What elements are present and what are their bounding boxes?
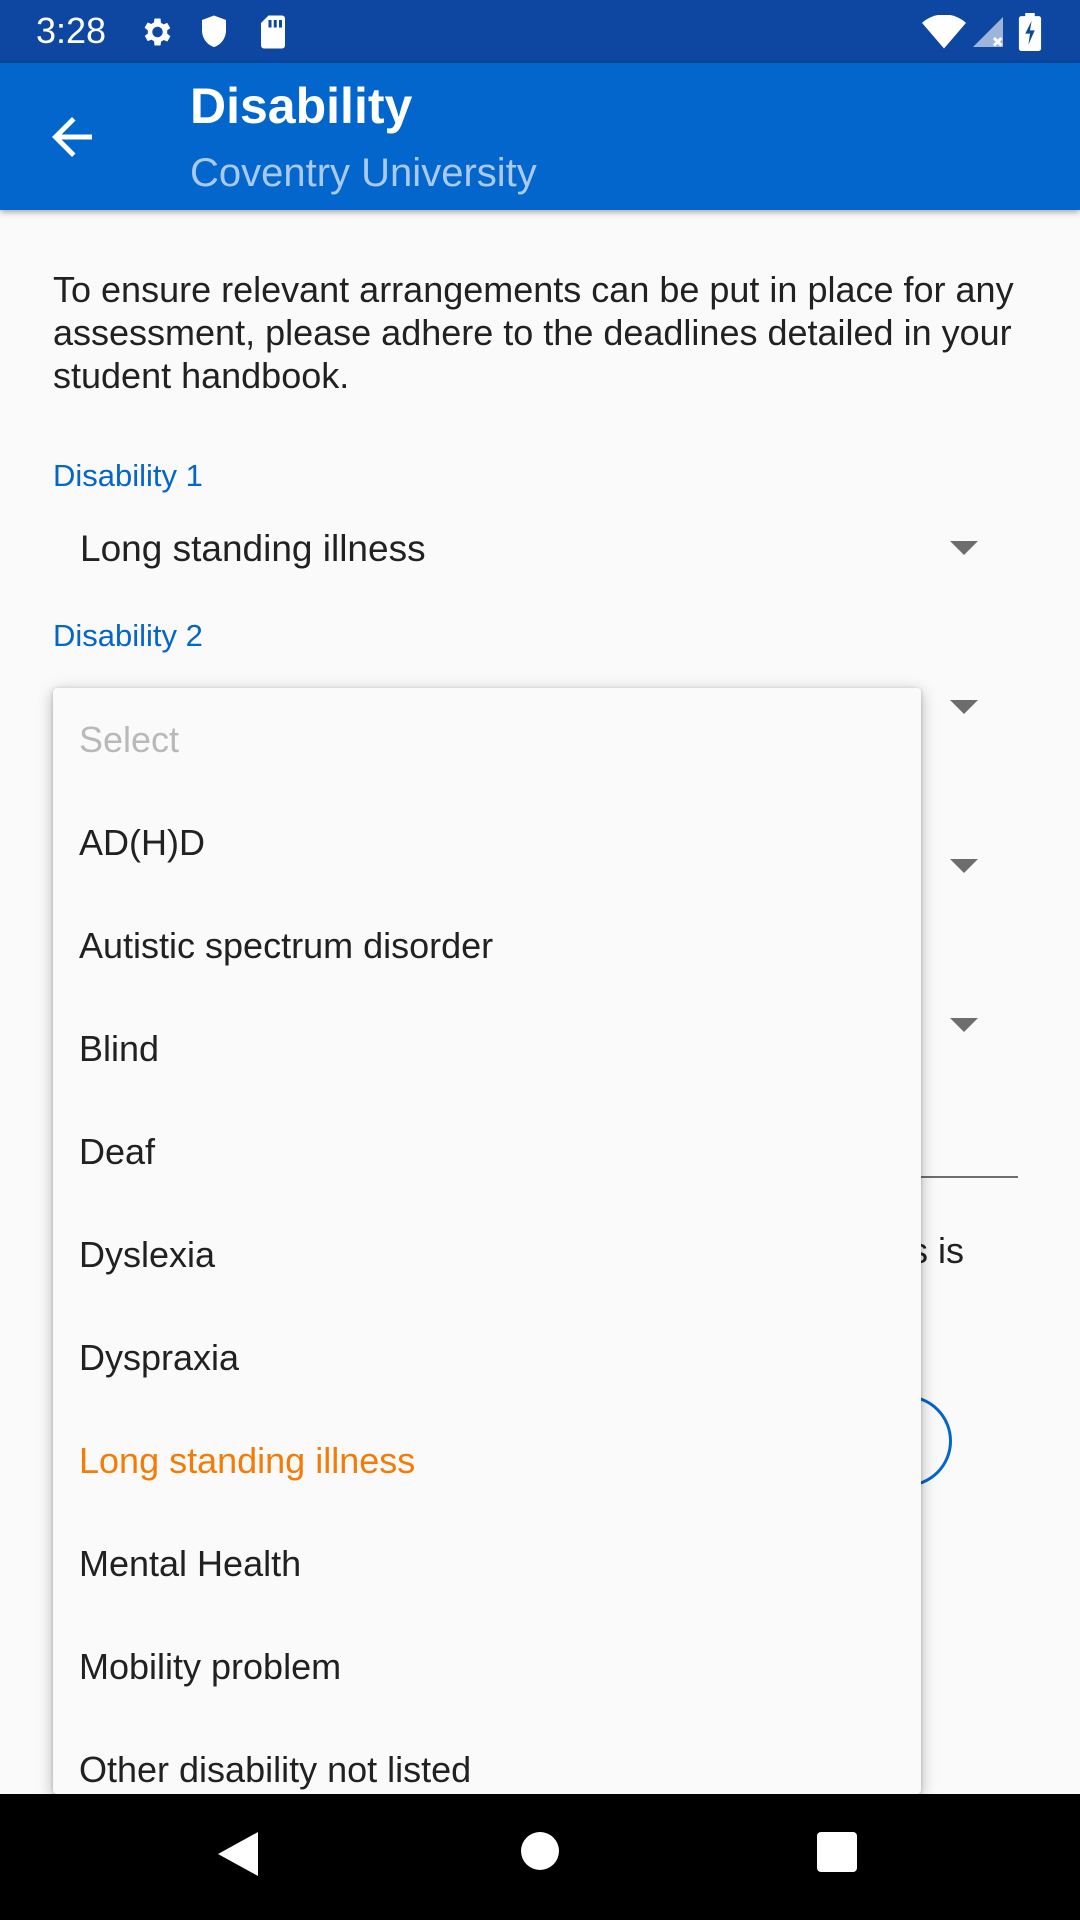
nav-home-icon[interactable] (521, 1832, 559, 1870)
dropdown-option[interactable]: Dyslexia (53, 1203, 921, 1306)
dropdown-option[interactable]: Autistic spectrum disorder (53, 894, 921, 997)
status-time: 3:28 (36, 10, 107, 51)
disability-1-label: Disability 1 (53, 458, 203, 493)
dropdown-menu: Select AD(H)D Autistic spectrum disorder… (53, 688, 921, 1794)
dropdown-arrow-icon[interactable] (950, 1018, 978, 1032)
dropdown-option[interactable]: AD(H)D (53, 791, 921, 894)
dropdown-option-selected[interactable]: Long standing illness (53, 1409, 921, 1512)
intro-text: To ensure relevant arrangements can be p… (53, 269, 1014, 396)
wifi-icon (922, 14, 966, 50)
screen: 3:28 Disability Coventry University To e… (0, 0, 1080, 1920)
dropdown-option-placeholder[interactable]: Select (53, 688, 921, 791)
navigation-bar (0, 1794, 1080, 1920)
back-arrow-icon[interactable] (42, 107, 102, 167)
battery-charging-icon (1018, 13, 1042, 51)
dropdown-arrow-icon[interactable] (950, 859, 978, 873)
nav-back-icon[interactable] (218, 1832, 258, 1881)
signal-icon (970, 14, 1006, 50)
nav-recents-icon[interactable] (817, 1832, 857, 1872)
page-subtitle: Coventry University (190, 151, 537, 195)
dropdown-option[interactable]: Mobility problem (53, 1615, 921, 1718)
gear-icon (138, 14, 174, 50)
text-field-underline (918, 1176, 1018, 1178)
sd-card-icon (258, 14, 288, 50)
shield-icon (198, 14, 230, 50)
app-bar: Disability Coventry University (0, 63, 1080, 210)
page-title: Disability (190, 78, 413, 134)
dropdown-option[interactable]: Dyspraxia (53, 1306, 921, 1409)
disability-1-value: Long standing illness (80, 528, 426, 569)
dropdown-option[interactable]: Mental Health (53, 1512, 921, 1615)
dropdown-option[interactable]: Other disability not listed (53, 1718, 921, 1794)
dropdown-arrow-icon (950, 541, 978, 555)
disability-2-label: Disability 2 (53, 618, 203, 653)
dropdown-option[interactable]: Blind (53, 997, 921, 1100)
status-bar: 3:28 (0, 0, 1080, 63)
dropdown-arrow-icon[interactable] (950, 700, 978, 714)
dropdown-option[interactable]: Deaf (53, 1100, 921, 1203)
